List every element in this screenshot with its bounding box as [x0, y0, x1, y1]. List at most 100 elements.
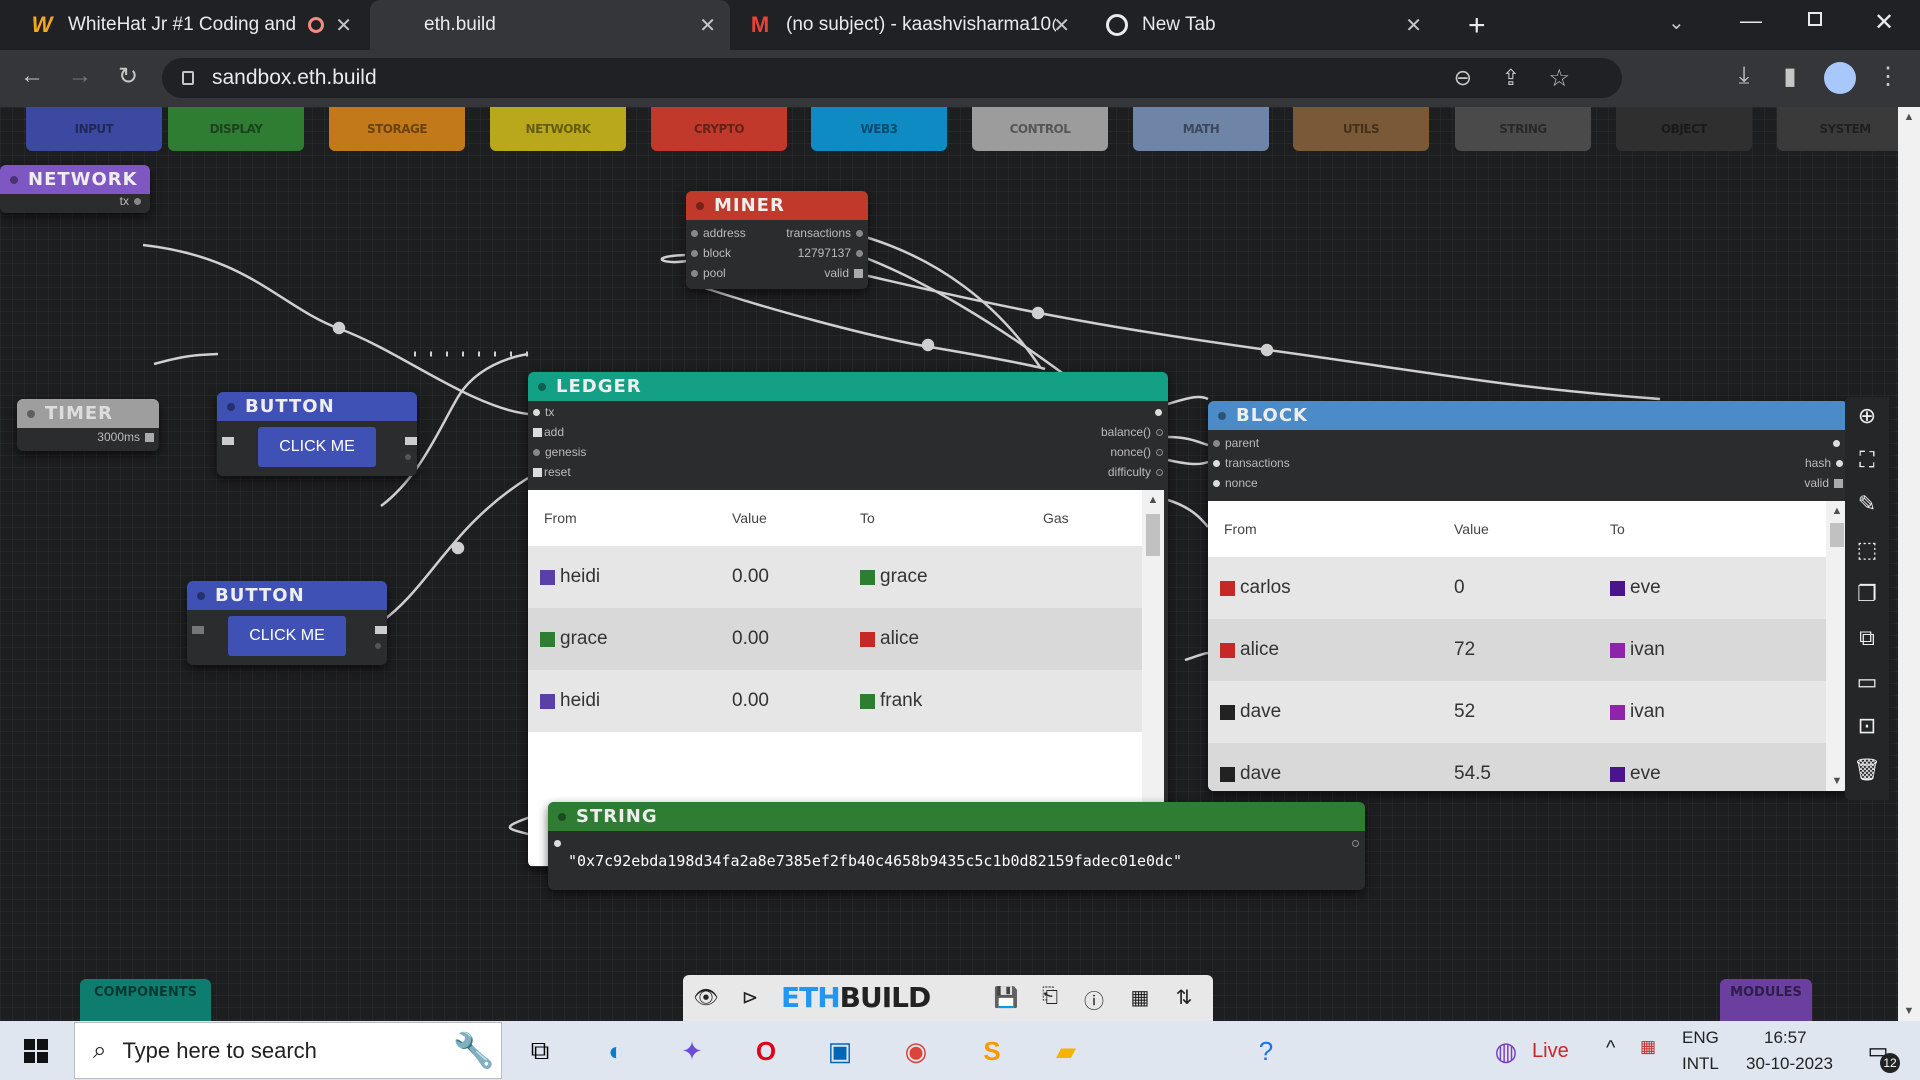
- components-tab[interactable]: COMPONENTS: [80, 979, 211, 1021]
- input-pin[interactable]: [192, 626, 204, 634]
- output-pin[interactable]: [856, 230, 863, 238]
- opera-icon[interactable]: O: [746, 1031, 786, 1071]
- clock-date[interactable]: 30-10-2023: [1746, 1054, 1833, 1074]
- close-icon[interactable]: ✕: [1405, 13, 1422, 38]
- scroll-thumb[interactable]: [1146, 514, 1160, 556]
- file-explorer-icon[interactable]: ▰: [1046, 1031, 1086, 1071]
- output-pin[interactable]: [1836, 460, 1843, 468]
- tray-app-icon[interactable]: ▦: [1640, 1037, 1656, 1057]
- collapse-dot[interactable]: [1218, 411, 1226, 420]
- tab-search-chevron-icon[interactable]: ⌄: [1668, 10, 1685, 35]
- button-node-2[interactable]: BUTTON CLICK ME: [187, 581, 387, 665]
- graph-canvas[interactable]: INPUT DISPLAY STORAGE NETWORK CRYPTO WEB3 CONT…: [0, 107, 1898, 1021]
- menu-icon[interactable]: ⋮: [1872, 62, 1904, 91]
- block-node[interactable]: BLOCK parent transactions nonce hash val…: [1208, 401, 1848, 791]
- collapse-dot[interactable]: [27, 409, 35, 418]
- output-slot[interactable]: tx: [120, 194, 146, 208]
- trash-icon[interactable]: 🗑: [1845, 757, 1889, 783]
- output-slot[interactable]: transactions: [786, 226, 868, 240]
- input-pin[interactable]: [533, 468, 542, 478]
- input-pin[interactable]: [691, 250, 698, 258]
- scroll-thumb[interactable]: [1830, 523, 1844, 547]
- output-pin[interactable]: [405, 437, 417, 445]
- string-node[interactable]: STRING "0x7c92ebda198d34fa2a8e7385ef2fb4…: [548, 802, 1365, 890]
- show-hidden-icons[interactable]: ^: [1606, 1037, 1615, 1060]
- input-pin[interactable]: [554, 840, 561, 847]
- output-slot[interactable]: difficulty: [1108, 465, 1168, 479]
- input-slot[interactable]: pool: [686, 266, 726, 280]
- clock-time[interactable]: 16:57: [1764, 1028, 1807, 1048]
- close-icon[interactable]: ✕: [1053, 13, 1070, 38]
- network-node[interactable]: NETWORK tx: [0, 165, 150, 213]
- timer-node[interactable]: TIMER 3000ms: [17, 399, 159, 451]
- collapse-dot[interactable]: [538, 382, 546, 391]
- add-circle-icon[interactable]: ⊕: [1845, 403, 1889, 429]
- close-icon[interactable]: ✕: [699, 13, 716, 38]
- world-cup-icon[interactable]: ◍: [1486, 1031, 1526, 1071]
- task-view-icon[interactable]: ⧉: [520, 1031, 560, 1071]
- back-button[interactable]: ←: [16, 62, 48, 90]
- star-icon[interactable]: ☆: [1548, 64, 1570, 93]
- scroll-down-icon[interactable]: ▼: [1898, 1005, 1920, 1017]
- language-line-2[interactable]: INTL: [1682, 1054, 1719, 1074]
- info-icon[interactable]: ⓘ: [1081, 985, 1107, 1013]
- copilot-icon[interactable]: ✦: [672, 1031, 712, 1071]
- tab-gmail[interactable]: M (no subject) - kaashvisharma10@ ✕: [734, 0, 1084, 50]
- live-label[interactable]: Live: [1532, 1040, 1569, 1063]
- side-panel-icon[interactable]: ▮: [1774, 62, 1806, 91]
- tab-ethbuild[interactable]: eth.build ✕: [370, 0, 730, 50]
- output-pin[interactable]: [405, 454, 411, 460]
- input-pin[interactable]: [533, 428, 542, 438]
- play-icon[interactable]: ⊳: [737, 985, 763, 1011]
- output-pin[interactable]: [1833, 440, 1840, 447]
- output-slot[interactable]: nonce(): [1110, 445, 1168, 459]
- new-tab-button[interactable]: +: [1468, 9, 1486, 43]
- input-slot[interactable]: add: [528, 425, 564, 439]
- pencil-icon[interactable]: ✎: [1845, 491, 1889, 517]
- edge-icon[interactable]: ◐: [596, 1031, 636, 1071]
- taskbar-search-box[interactable]: ⌕ Type here to search 🔧: [74, 1022, 502, 1079]
- share-icon[interactable]: ⇪: [1502, 65, 1520, 91]
- collapse-dot[interactable]: [227, 402, 235, 411]
- tab-whitehat[interactable]: W WhiteHat Jr #1 Coding and I ✕: [10, 0, 366, 50]
- collapse-dot[interactable]: [10, 175, 18, 184]
- input-pin[interactable]: [1213, 460, 1220, 468]
- collapse-dot[interactable]: [696, 201, 704, 210]
- forward-button[interactable]: →: [64, 62, 96, 90]
- copy-icon[interactable]: ❐: [1845, 581, 1889, 607]
- address-bar[interactable]: sandbox.eth.build ⊖ ⇪ ☆: [162, 58, 1622, 98]
- store-icon[interactable]: ▣: [820, 1031, 860, 1071]
- output-slot[interactable]: 3000ms: [97, 430, 159, 444]
- scroll-up-icon[interactable]: ▲: [1898, 111, 1920, 123]
- duplicate-icon[interactable]: ⧉: [1845, 625, 1889, 651]
- input-slot[interactable]: reset: [528, 465, 571, 479]
- group-icon[interactable]: ⊡: [1845, 713, 1889, 739]
- collapse-dot[interactable]: [197, 591, 205, 600]
- output-slot[interactable]: balance(): [1101, 425, 1168, 439]
- output-slot[interactable]: hash: [1805, 456, 1848, 470]
- minimize-button[interactable]: —: [1740, 8, 1762, 34]
- zoom-icon[interactable]: ⊖: [1454, 65, 1472, 91]
- windows-start-icon[interactable]: [16, 1031, 56, 1071]
- scroll-up-icon[interactable]: ▲: [1142, 494, 1164, 506]
- input-pin[interactable]: [1213, 440, 1220, 448]
- chrome-taskbar-icon[interactable]: ◉: [896, 1031, 936, 1071]
- close-icon[interactable]: ✕: [335, 13, 352, 38]
- input-pin[interactable]: [1213, 480, 1220, 488]
- output-pin[interactable]: [1834, 479, 1843, 489]
- click-me-button[interactable]: CLICK ME: [258, 427, 376, 467]
- input-slot[interactable]: nonce: [1208, 476, 1258, 490]
- select-area-icon[interactable]: ⬚: [1845, 537, 1889, 563]
- input-slot[interactable]: transactions: [1208, 456, 1290, 470]
- input-slot[interactable]: tx: [528, 405, 554, 419]
- input-slot[interactable]: block: [686, 246, 731, 260]
- output-pin[interactable]: [1155, 409, 1162, 416]
- output-pin[interactable]: [1156, 429, 1163, 437]
- modules-tab[interactable]: MODULES: [1720, 979, 1812, 1021]
- button-node-1[interactable]: BUTTON CLICK ME: [217, 392, 417, 476]
- close-window-button[interactable]: ✕: [1874, 8, 1894, 37]
- output-pin[interactable]: [856, 250, 863, 258]
- click-me-button[interactable]: CLICK ME: [228, 616, 346, 656]
- output-pin[interactable]: [854, 269, 863, 279]
- input-slot[interactable]: address: [686, 226, 746, 240]
